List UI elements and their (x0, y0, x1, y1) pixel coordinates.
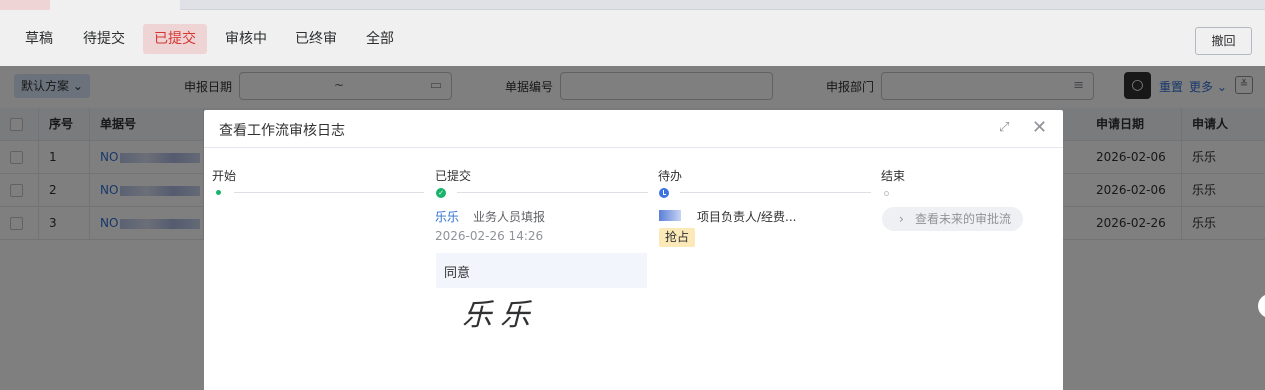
fullscreen-icon[interactable]: ⤢ (999, 120, 1009, 135)
step-pending-title: 待办 (658, 169, 683, 183)
dialog-header: 查看工作流审核日志 ⤢ ✕ (204, 110, 1063, 148)
pending-approver-avatar (659, 210, 681, 221)
opinion-box: 同意 (436, 253, 647, 288)
step-end-title: 结束 (881, 169, 906, 183)
workflow-log-dialog: 查看工作流审核日志 ⤢ ✕ 开始 已提交 待办 结束 ✓ 乐乐 业务人员填报 2… (204, 110, 1063, 390)
approver-role: 业务人员填报 (473, 210, 546, 224)
step-connector (234, 192, 424, 193)
check-icon: ✓ (436, 188, 446, 198)
pending-role: 项目负责人/经费... (697, 210, 797, 224)
opinion-text: 同意 (444, 266, 471, 281)
chevron-right-icon: › (899, 212, 904, 226)
view-future-flow-button[interactable]: › 查看未来的审批流 (882, 207, 1023, 231)
future-flow-label: 查看未来的审批流 (915, 212, 1012, 226)
approval-time: 2026-02-26 14:26 (435, 229, 544, 243)
handwritten-signature: 乐乐 (462, 298, 538, 333)
modal-mask-top (0, 0, 1265, 66)
grab-task-button[interactable]: 抢占 (659, 228, 695, 247)
dialog-title: 查看工作流审核日志 (219, 123, 345, 139)
close-icon[interactable]: ✕ (1032, 117, 1047, 138)
approver-name[interactable]: 乐乐 (435, 208, 459, 225)
end-dot-icon (884, 191, 889, 196)
start-dot-icon (216, 190, 221, 195)
step-connector (457, 192, 648, 193)
step-submitted-title: 已提交 (435, 169, 472, 183)
step-start-title: 开始 (212, 169, 237, 183)
clock-icon (659, 188, 669, 198)
step-connector (680, 192, 871, 193)
